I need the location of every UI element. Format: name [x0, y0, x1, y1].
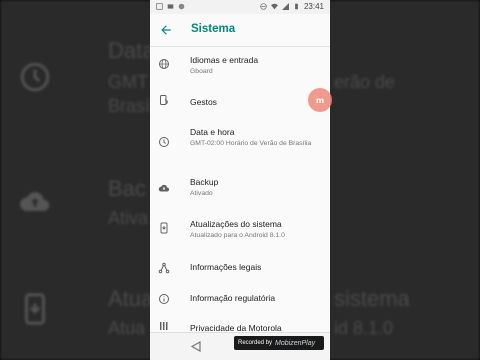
bg-clock-icon — [20, 62, 50, 92]
mobizen-status-icon — [178, 3, 185, 10]
gestures-icon — [160, 95, 169, 105]
recorder-watermark: Recorded by MobizenPlay — [234, 336, 324, 350]
list-item-regulatory-info[interactable]: Informação regulatória — [150, 284, 330, 314]
gallery-icon — [156, 3, 163, 10]
item-subtitle: Gboard — [190, 68, 213, 75]
item-title: Backup — [190, 177, 219, 187]
clock-icon — [159, 137, 169, 147]
battery-icon — [295, 3, 298, 10]
item-subtitle: GMT-02:00 Horário de Verão de Brasília — [190, 140, 312, 147]
watermark-brand: MobizenPlay — [275, 339, 316, 347]
list-item-languages[interactable]: Idiomas e entrada Gboard — [150, 46, 330, 82]
item-title: Informações legais — [190, 262, 262, 272]
watermark-prefix: Recorded by — [238, 340, 273, 346]
bg-title-date: Data — [108, 38, 155, 63]
nav-back-icon[interactable] — [191, 341, 201, 352]
wifi-icon — [270, 3, 278, 10]
status-bar: 23:41 — [150, 0, 330, 14]
bg-title-update-right: sistema — [334, 286, 410, 311]
item-title: Atualizações do sistema — [190, 219, 282, 229]
list-item-date-time[interactable]: Data e hora GMT-02:00 Horário de Verão d… — [150, 120, 330, 166]
bg-cloud-icon — [20, 192, 50, 211]
info-icon — [159, 294, 169, 304]
item-subtitle: Atualizado para o Android 8.1.0 — [190, 232, 285, 239]
bg-subtitle-ativado: Ativa — [108, 208, 149, 228]
item-title: Informação regulatória — [190, 293, 276, 303]
bg-subtitle-update-right: id 8.1.0 — [334, 318, 394, 338]
system-update-icon — [160, 222, 168, 234]
item-title: Gestos — [190, 97, 217, 107]
app-bar: Sistema — [150, 14, 330, 47]
bg-subtitle-gmt: GMT — [108, 72, 148, 92]
list-item-system-updates[interactable]: Atualizações do sistema Atualizado para … — [150, 208, 330, 252]
grid-icon — [160, 322, 168, 330]
list-item-backup[interactable]: Backup Ativado — [150, 166, 330, 208]
phone-screen: 23:41 Sistema Idiomas e entrada Gboard G… — [150, 0, 330, 360]
item-subtitle: Ativado — [190, 190, 213, 197]
signal-icon — [281, 3, 289, 10]
list-item-legal-info[interactable]: Informações legais — [150, 252, 330, 284]
globe-icon — [159, 59, 169, 69]
item-title: Idiomas e entrada — [190, 55, 259, 65]
status-time: 23:41 — [303, 2, 324, 11]
list-item-gestures[interactable]: Gestos — [150, 82, 330, 120]
back-arrow-icon[interactable] — [159, 23, 173, 37]
list-item-motorola-privacy[interactable]: Privacidade da Motorola — [150, 314, 330, 334]
page-title: Sistema — [191, 23, 236, 35]
bg-system-update-icon — [25, 293, 45, 325]
cloud-upload-icon — [158, 184, 169, 192]
bg-subtitle-brasilia: Brasíl — [108, 96, 155, 116]
dnd-icon — [260, 3, 267, 10]
item-title: Data e hora — [190, 127, 235, 137]
bg-title-update: Atua — [108, 286, 154, 311]
share-tree-icon — [158, 262, 170, 274]
bubble-label: m — [315, 95, 325, 105]
bg-title-backup: Bac — [108, 176, 146, 201]
screen-recorder-bubble[interactable]: m — [308, 88, 332, 112]
bg-subtitle-update: Atua — [108, 318, 146, 338]
message-icon — [167, 4, 174, 9]
bg-subtitle-verao: erão de — [334, 72, 396, 92]
